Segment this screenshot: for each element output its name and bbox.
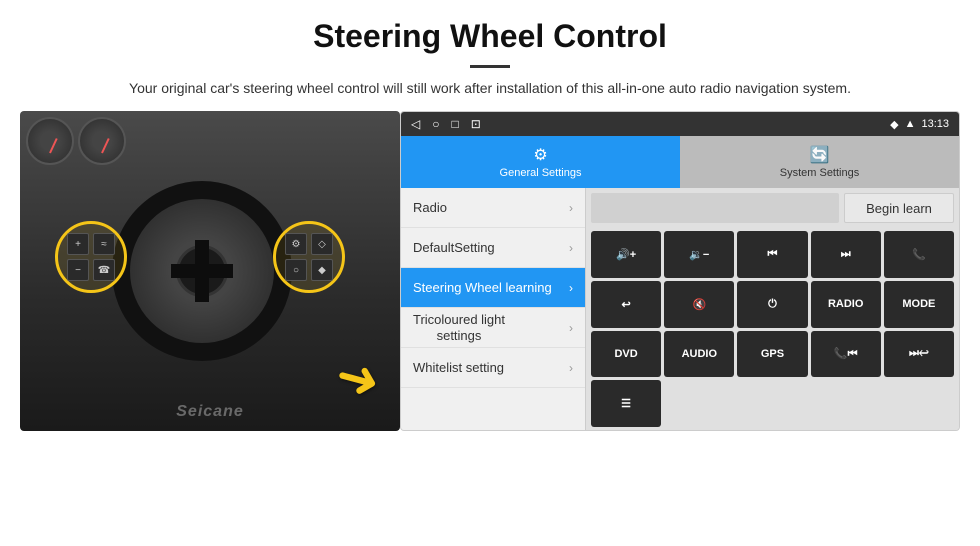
system-settings-icon: 🔄 (810, 145, 830, 165)
empty-cell-3 (811, 380, 881, 427)
recents-icon[interactable]: □ (451, 117, 458, 131)
steering-wheel (112, 181, 292, 361)
menu-label-tricoloured: Tricoloured lightsettings (413, 312, 505, 343)
power-button[interactable]: ⏻ (737, 281, 807, 328)
time-display: 13:13 (921, 118, 949, 130)
screenshot-icon[interactable]: ⊡ (471, 117, 481, 131)
btn-diamond: ◇ (311, 233, 333, 255)
dashboard-bg (26, 117, 136, 167)
right-button-cluster: ⚙ ◇ ○ ◆ (273, 221, 345, 293)
audio-button[interactable]: AUDIO (664, 331, 734, 378)
subtitle: Your original car's steering wheel contr… (0, 78, 980, 111)
tabs-row: ⚙ General Settings 🔄 System Settings (401, 136, 959, 188)
tab-general-settings[interactable]: ⚙ General Settings (401, 136, 680, 188)
hang-button[interactable]: ↩ (591, 281, 661, 328)
dvd-button[interactable]: DVD (591, 331, 661, 378)
btn-plus: + (67, 233, 89, 255)
btn-minus: − (67, 259, 89, 281)
phone-button[interactable]: 📞 (884, 231, 954, 278)
spoke-horizontal (171, 264, 233, 278)
vol-up-button[interactable]: 🔊+ (591, 231, 661, 278)
main-content: + ≈ − ☎ ⚙ ◇ ○ ◆ ➜ Seicane ◁ ○ □ ⊡ ◆ (20, 111, 960, 471)
chevron-whitelist: › (569, 361, 573, 375)
back-icon[interactable]: ◁ (411, 117, 420, 131)
menu-label-default: DefaultSetting (413, 240, 495, 255)
chevron-radio: › (569, 201, 573, 215)
page-title: Steering Wheel Control (0, 0, 980, 61)
menu-item-default[interactable]: DefaultSetting › (401, 228, 585, 268)
nav-icons: ◁ ○ □ ⊡ (411, 117, 481, 131)
tab-system-label: System Settings (780, 167, 859, 179)
android-status-bar: ◁ ○ □ ⊡ ◆ ▲ 13:13 (401, 112, 959, 136)
vol-down-button[interactable]: 🔉− (664, 231, 734, 278)
control-panel: Begin learn 🔊+ 🔉− ⏮ ⏭ 📞 ↩ 🔇 ⏻ RADIO MODE (586, 188, 959, 430)
empty-area (591, 193, 839, 223)
radio-button[interactable]: RADIO (811, 281, 881, 328)
left-button-cluster: + ≈ − ☎ (55, 221, 127, 293)
empty-cell-1 (664, 380, 734, 427)
menu-item-steering[interactable]: Steering Wheel learning › (401, 268, 585, 308)
menu-label-steering: Steering Wheel learning (413, 280, 552, 295)
menu-item-whitelist[interactable]: Whitelist setting › (401, 348, 585, 388)
chevron-tricoloured: › (569, 321, 573, 335)
home-icon[interactable]: ○ (432, 117, 439, 131)
general-settings-icon: ⚙ (533, 145, 547, 165)
btn-circle: ○ (285, 259, 307, 281)
menu-item-tricoloured[interactable]: Tricoloured lightsettings › (401, 308, 585, 348)
menu-item-radio[interactable]: Radio › (401, 188, 585, 228)
menu-label-whitelist: Whitelist setting (413, 360, 504, 375)
empty-cell-4 (884, 380, 954, 427)
prev-track-button[interactable]: ⏮ (737, 231, 807, 278)
mute-button[interactable]: 🔇 (664, 281, 734, 328)
arrow-indicator: ➜ (329, 344, 387, 413)
menu-label-radio: Radio (413, 200, 447, 215)
tab-system-settings[interactable]: 🔄 System Settings (680, 136, 959, 188)
chevron-default: › (569, 241, 573, 255)
screen-content: Radio › DefaultSetting › Steering Wheel … (401, 188, 959, 430)
gauge-left (26, 117, 74, 165)
phone-prev-button[interactable]: 📞⏮ (811, 331, 881, 378)
status-right: ◆ ▲ 13:13 (890, 118, 949, 131)
title-divider (470, 65, 510, 68)
menu-icon-button[interactable]: ☰ (591, 380, 661, 427)
btn-diamond2: ◆ (311, 259, 333, 281)
begin-learn-button[interactable]: Begin learn (844, 193, 954, 223)
watermark: Seicane (176, 403, 243, 421)
device-screen: ◁ ○ □ ⊡ ◆ ▲ 13:13 ⚙ General Settings 🔄 S… (400, 111, 960, 431)
tab-general-label: General Settings (500, 167, 582, 179)
mode-button[interactable]: MODE (884, 281, 954, 328)
control-top-row: Begin learn (586, 188, 959, 228)
gauge-right (78, 117, 126, 165)
steering-wheel-photo: + ≈ − ☎ ⚙ ◇ ○ ◆ ➜ Seicane (20, 111, 400, 431)
btn-mode: ≈ (93, 233, 115, 255)
menu-panel: Radio › DefaultSetting › Steering Wheel … (401, 188, 586, 430)
btn-call: ☎ (93, 259, 115, 281)
empty-cell-2 (737, 380, 807, 427)
control-grid: 🔊+ 🔉− ⏮ ⏭ 📞 ↩ 🔇 ⏻ RADIO MODE DVD AUDIO G… (586, 228, 959, 430)
gps-button[interactable]: GPS (737, 331, 807, 378)
btn-settings: ⚙ (285, 233, 307, 255)
skip-button[interactable]: ⏭↩ (884, 331, 954, 378)
chevron-steering: › (569, 281, 573, 295)
wifi-icon: ◆ (890, 118, 898, 131)
signal-icon: ▲ (905, 118, 916, 130)
next-track-button[interactable]: ⏭ (811, 231, 881, 278)
